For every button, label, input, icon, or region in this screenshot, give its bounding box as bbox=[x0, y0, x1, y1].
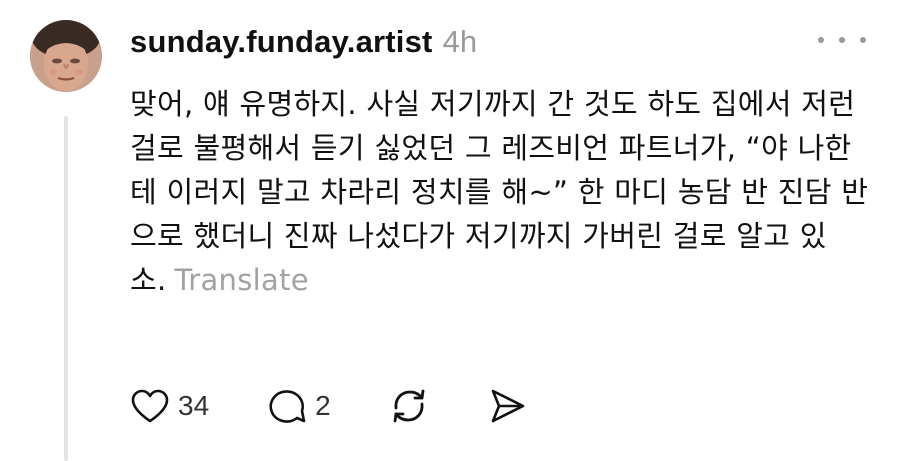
repost-button[interactable] bbox=[389, 386, 429, 426]
comment-icon bbox=[269, 390, 306, 423]
like-button[interactable]: 34 bbox=[130, 388, 209, 424]
more-icon[interactable] bbox=[818, 28, 866, 52]
translate-link[interactable]: Translate bbox=[175, 263, 309, 297]
username-link[interactable]: sunday.funday.artist bbox=[130, 24, 433, 60]
like-count: 34 bbox=[178, 390, 210, 421]
post-actions: 34 2 bbox=[130, 384, 527, 428]
avatar[interactable] bbox=[30, 20, 102, 92]
thread-line bbox=[64, 116, 68, 461]
more-dot bbox=[818, 37, 824, 43]
post-header: sunday.funday.artist 4h bbox=[130, 24, 477, 64]
more-dot bbox=[839, 37, 845, 43]
repost-icon bbox=[393, 389, 425, 423]
post-text-block: 맞어, 얘 유명하지. 사실 저기까지 간 것도 하도 집에서 저런 걸로 불평… bbox=[130, 82, 875, 302]
heart-icon bbox=[131, 389, 169, 423]
reply-count: 2 bbox=[315, 390, 331, 421]
share-button[interactable] bbox=[487, 386, 527, 426]
avatar-image bbox=[30, 20, 102, 92]
send-icon bbox=[491, 389, 525, 423]
reply-button[interactable]: 2 bbox=[267, 387, 331, 425]
timestamp: 4h bbox=[442, 24, 478, 59]
more-dot bbox=[860, 37, 866, 43]
